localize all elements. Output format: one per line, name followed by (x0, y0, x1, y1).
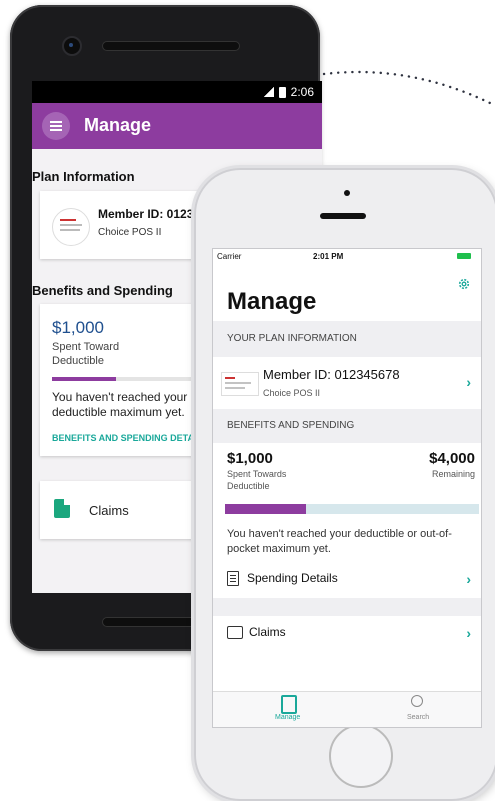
spending-details-label: Spending Details (247, 571, 338, 585)
android-app-bar: Manage (32, 103, 322, 149)
spent-label: Spent Towards (227, 469, 287, 479)
claims-label: Claims (249, 625, 286, 639)
iphone-frame: Carrier 2:01 PM Manage YOUR PLAN INFORMA… (194, 168, 495, 801)
spent-amount: $1,000 (227, 450, 273, 467)
progress-fill (225, 504, 307, 514)
document-icon (227, 571, 239, 586)
signal-icon (263, 87, 274, 97)
plan-name: Choice POS II (263, 388, 321, 398)
front-camera (62, 36, 82, 56)
chevron-right-icon: › (466, 374, 471, 390)
row-separator (213, 598, 481, 616)
hamburger-menu-icon[interactable] (42, 112, 70, 140)
deductible-message: You haven't reached your deductible or o… (227, 528, 452, 555)
earpiece-speaker (320, 213, 366, 219)
earpiece-speaker (102, 41, 240, 51)
plan-row[interactable]: Member ID: 012345678 Choice POS II › (213, 357, 481, 409)
status-time: 2:06 (290, 85, 314, 99)
progress-fill (52, 377, 116, 381)
front-camera (344, 190, 350, 196)
home-button[interactable] (329, 724, 393, 788)
remaining-label: Remaining (431, 469, 475, 479)
tab-search[interactable]: Search (407, 714, 429, 721)
tab-bar: Manage Search (213, 691, 481, 727)
page-title: Manage (84, 115, 152, 135)
claims-icon (227, 626, 243, 639)
page-title: Manage (227, 288, 317, 315)
deductible-label: Deductible (227, 481, 270, 491)
ios-status-bar: Carrier 2:01 PM (213, 249, 481, 265)
remaining-amount: $4,000 (429, 450, 475, 467)
plan-name: Choice POS II (98, 227, 162, 238)
plan-section-heading: Plan Information (32, 169, 135, 184)
benefits-section-heading: BENEFITS AND SPENDING (227, 420, 355, 431)
decorative-dotted-arc (322, 70, 494, 106)
spent-label: Spent Toward (52, 341, 120, 353)
benefits-section-heading: Benefits and Spending (32, 283, 173, 298)
document-icon (54, 499, 70, 518)
tab-manage[interactable]: Manage (275, 714, 300, 721)
manage-tab-icon[interactable] (281, 695, 297, 714)
spending-details-row[interactable]: Spending Details › (213, 562, 481, 598)
deductible-label: Deductible (52, 355, 104, 367)
chevron-right-icon: › (466, 625, 471, 641)
id-card-thumbnail (221, 372, 259, 396)
claims-row[interactable]: Claims › (213, 616, 481, 652)
carrier-label: Carrier (217, 252, 242, 261)
plan-section-heading: YOUR PLAN INFORMATION (227, 333, 357, 344)
claims-label: Claims (89, 503, 129, 518)
benefits-details-link[interactable]: BENEFITS AND SPENDING DETAILS (52, 433, 208, 443)
battery-icon (457, 253, 471, 259)
member-id: Member ID: 012345678 (263, 367, 400, 382)
battery-icon (278, 86, 286, 98)
status-time: 2:01 PM (313, 252, 344, 261)
android-status-bar: 2:06 (32, 81, 322, 103)
gear-icon[interactable] (457, 277, 471, 291)
chevron-right-icon: › (466, 571, 471, 587)
id-card-thumbnail (52, 208, 90, 246)
search-tab-icon[interactable] (411, 695, 423, 707)
deductible-progress-bar (225, 504, 479, 514)
iphone-screen: Carrier 2:01 PM Manage YOUR PLAN INFORMA… (212, 248, 482, 728)
spent-amount: $1,000 (52, 318, 104, 337)
